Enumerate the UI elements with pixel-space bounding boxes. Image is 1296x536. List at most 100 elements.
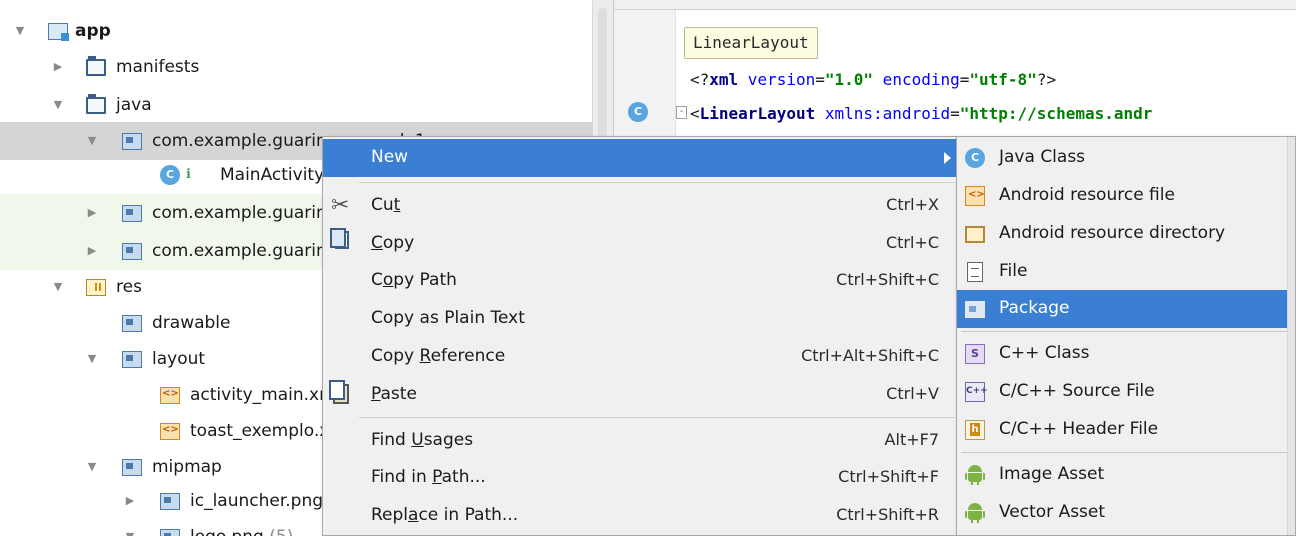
submenu-item-cpp-class[interactable]: S C++ Class — [957, 335, 1287, 373]
menu-item-new[interactable]: New — [323, 139, 957, 177]
submenu-item-resource-directory[interactable]: Android resource directory — [957, 215, 1287, 253]
menu-item-copy[interactable]: Copy Ctrl+C — [323, 225, 957, 263]
submenu-item-java-class[interactable]: C Java Class — [957, 139, 1287, 177]
folder-icon — [122, 350, 142, 368]
file-icon — [967, 262, 983, 282]
menu-item-label: Copy — [371, 233, 414, 253]
label-part: Find in — [371, 467, 433, 487]
expanded-arrow-icon[interactable]: ▼ — [14, 25, 26, 37]
code-token: encoding — [873, 70, 960, 89]
package-icon — [122, 242, 142, 260]
menu-item-cut[interactable]: ✂ Cut Ctrl+X — [323, 187, 957, 225]
tree-item-label: java — [116, 95, 152, 115]
shortcut-label: Ctrl+C — [885, 233, 939, 252]
expanded-arrow-icon[interactable]: ▼ — [52, 99, 64, 111]
menu-item-copy-reference[interactable]: Copy Reference Ctrl+Alt+Shift+C — [323, 338, 957, 376]
tree-item-label: mipmap — [152, 457, 222, 477]
shortcut-label: Ctrl+Alt+Shift+C — [801, 346, 939, 365]
code-token: xml — [709, 70, 739, 89]
code-token: < — [690, 104, 700, 123]
menu-item-label: Replace in Path... — [371, 505, 518, 525]
submenu-item-image-asset[interactable]: Image Asset — [957, 456, 1287, 494]
label-part: ce in Path... — [418, 505, 519, 525]
mnemonic: a — [408, 505, 419, 525]
resource-directory-icon — [965, 226, 985, 243]
tree-item-label: drawable — [152, 313, 231, 333]
submenu-item-resource-file[interactable]: Android resource file — [957, 177, 1287, 215]
collapsed-arrow-icon[interactable]: ▶ — [124, 495, 136, 507]
label-part: sages — [423, 430, 474, 450]
menu-item-find-in-path[interactable]: Find in Path... Ctrl+Shift+F — [323, 459, 957, 497]
access-icon: ℹ — [186, 167, 191, 182]
label-part: eference — [430, 346, 506, 366]
mnemonic: t — [393, 195, 401, 215]
shortcut-label: Alt+F7 — [884, 430, 939, 449]
tree-item-label: res — [116, 277, 142, 297]
expanded-arrow-icon[interactable]: ▼ — [124, 531, 136, 536]
tree-item-label: activity_main.xml — [190, 385, 341, 405]
menu-separator — [961, 331, 1287, 332]
shortcut-label: Ctrl+Shift+C — [836, 270, 939, 289]
menu-item-paste[interactable]: Paste Ctrl+V — [323, 376, 957, 414]
collapsed-arrow-icon[interactable]: ▶ — [86, 245, 98, 257]
code-line-2: <LinearLayout xmlns:android="http://sche… — [690, 104, 1152, 123]
submenu-item-label: C++ Class — [999, 343, 1090, 363]
expanded-arrow-icon[interactable]: ▼ — [52, 281, 64, 293]
new-submenu: C Java Class Android resource file Andro… — [956, 136, 1296, 536]
tree-item-label: MainActivity — [220, 165, 325, 185]
class-gutter-icon[interactable]: C — [628, 102, 648, 122]
fold-marker-icon[interactable]: - — [676, 106, 687, 119]
submenu-scrollbar[interactable] — [1287, 137, 1295, 535]
collapsed-arrow-icon[interactable]: ▶ — [52, 61, 64, 73]
submenu-item-vector-asset[interactable]: Vector Asset — [957, 494, 1287, 532]
tree-item-manifests[interactable]: ▶ manifests — [0, 48, 592, 86]
menu-item-copy-path[interactable]: Copy Path Ctrl+Shift+C — [323, 262, 957, 300]
paste-icon — [329, 380, 349, 404]
expanded-arrow-icon[interactable]: ▼ — [86, 135, 98, 147]
folder-icon — [86, 55, 106, 76]
submenu-arrow-icon — [944, 152, 951, 164]
mnemonic: P — [371, 384, 381, 404]
submenu-item-package[interactable]: Package — [957, 290, 1287, 328]
submenu-item-cpp-header[interactable]: C/C++ Header File — [957, 411, 1287, 449]
menu-separator — [359, 417, 955, 418]
tree-item-label: layout — [152, 349, 206, 369]
code-token: LinearLayout — [699, 104, 816, 123]
menu-item-label: Copy Path — [371, 270, 457, 290]
package-icon — [122, 204, 142, 222]
submenu-item-label: C/C++ Header File — [999, 419, 1159, 439]
submenu-item-file[interactable]: File — [957, 253, 1287, 291]
label-part: py Path — [393, 270, 457, 290]
code-token: "http://schemas.andr — [959, 104, 1153, 123]
expanded-arrow-icon[interactable]: ▼ — [86, 353, 98, 365]
folder-icon — [122, 458, 142, 476]
editor-breadcrumb[interactable]: LinearLayout — [684, 27, 818, 59]
code-token: version — [738, 70, 816, 89]
resource-folder-icon — [86, 278, 106, 296]
submenu-item-cpp-source[interactable]: C++ C/C++ Source File — [957, 373, 1287, 411]
tree-item-name: logo.png — [190, 527, 264, 536]
collapsed-arrow-icon[interactable]: ▶ — [86, 207, 98, 219]
menu-item-copy-plain-text[interactable]: Copy as Plain Text — [323, 300, 957, 338]
code-token: "1.0" — [824, 70, 874, 89]
android-icon — [965, 503, 985, 523]
context-menu: New ✂ Cut Ctrl+X Copy Ctrl+C Copy Path C… — [322, 136, 958, 536]
menu-item-label: Paste — [371, 384, 417, 404]
shortcut-label: Ctrl+Shift+F — [838, 467, 939, 486]
menu-item-replace-in-path[interactable]: Replace in Path... Ctrl+Shift+R — [323, 497, 957, 535]
expanded-arrow-icon[interactable]: ▼ — [86, 461, 98, 473]
code-token: ?> — [1036, 70, 1057, 89]
label-part: opy — [382, 233, 415, 253]
cpp-class-icon: S — [965, 344, 985, 364]
mnemonic: U — [411, 430, 424, 450]
tree-item-java[interactable]: ▼ java — [0, 86, 592, 124]
code-token: = — [815, 70, 825, 89]
cpp-source-icon: C++ — [965, 382, 988, 402]
tree-item-app[interactable]: ▼ app — [0, 12, 592, 50]
cpp-header-icon — [965, 420, 985, 440]
menu-item-find-usages[interactable]: Find Usages Alt+F7 — [323, 422, 957, 460]
shortcut-label: Ctrl+Shift+R — [836, 505, 939, 524]
xml-file-icon — [160, 422, 180, 440]
tree-item-label: app — [75, 21, 111, 41]
folder-icon — [122, 314, 142, 332]
